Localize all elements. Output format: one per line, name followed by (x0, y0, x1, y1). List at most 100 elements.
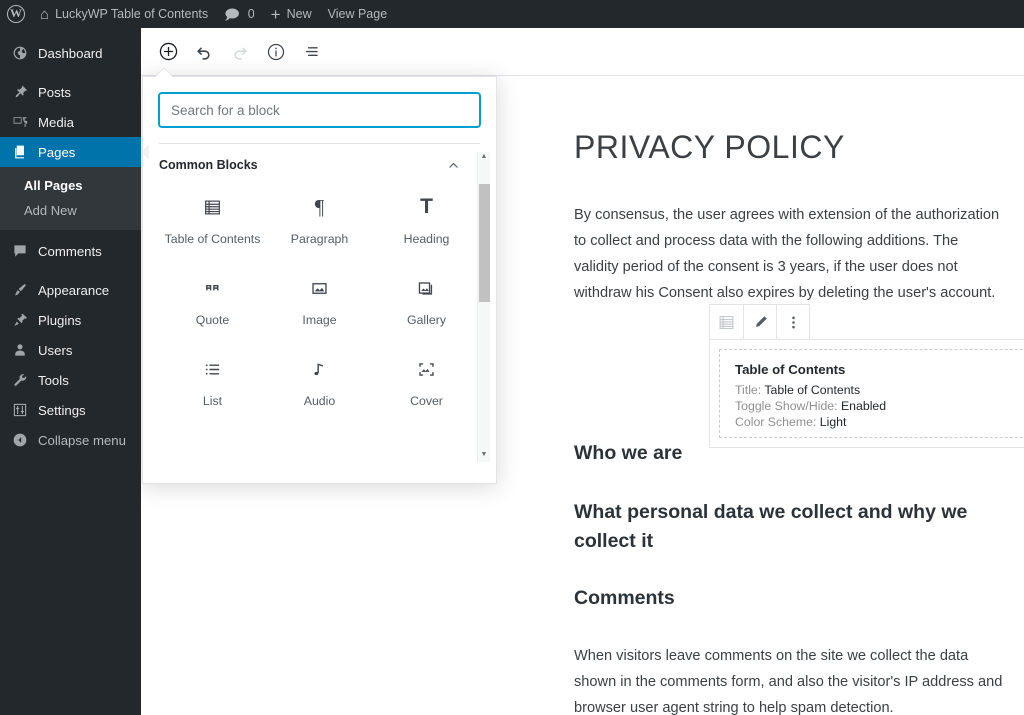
sidebar-label: Settings (38, 402, 86, 418)
settings-icon (9, 402, 31, 418)
sidebar-item-collapse-menu[interactable]: Collapse menu (0, 425, 141, 455)
toc-row-value: Enabled (840, 399, 887, 413)
block-item-table-of-contents[interactable]: Table of Contents (159, 180, 266, 257)
add-block-button[interactable] (151, 35, 185, 69)
sidebar-divider-2 (0, 266, 141, 275)
toc-row-color-scheme: Color Scheme: Light (735, 414, 1024, 430)
toc-row-label: Toggle Show/Hide: (735, 399, 838, 413)
toc-row-value: Table of Contents (764, 383, 861, 397)
block-item-list[interactable]: List (159, 342, 266, 419)
inserter-block-list: Common Blocks Table of Contents ¶ Paragr… (159, 143, 490, 483)
sidebar-item-pages[interactable]: Pages (0, 137, 149, 167)
home-icon: ⌂ (40, 5, 50, 23)
sidebar-item-posts[interactable]: Posts (0, 77, 141, 107)
pin-icon (9, 84, 31, 100)
site-name-menu[interactable]: ⌂ LuckyWP Table of Contents (32, 0, 216, 28)
sidebar-label: Media (38, 114, 74, 130)
admin-bar: W ⌂ LuckyWP Table of Contents 🗩 0 + New … (0, 0, 1024, 28)
content-info-button[interactable] (259, 35, 293, 69)
common-blocks-panel-header[interactable]: Common Blocks (159, 144, 480, 180)
block-item-label: Gallery (407, 313, 446, 327)
pencil-icon[interactable] (743, 305, 776, 339)
audio-note-icon (310, 356, 329, 382)
sidebar-item-comments[interactable]: Comments (0, 236, 141, 266)
heading-t-icon: T (420, 195, 433, 218)
collapse-icon (9, 432, 31, 448)
page-title[interactable]: Privacy Policy (574, 129, 1004, 166)
block-item-image[interactable]: Image (266, 261, 373, 338)
sidebar-top-spacer (0, 28, 141, 38)
list-icon (203, 356, 222, 382)
sidebar-label: Posts (38, 84, 71, 100)
table-of-contents-icon (203, 194, 222, 220)
undo-button[interactable] (187, 35, 221, 69)
view-page-label: View Page (327, 7, 388, 21)
sidebar-label: Pages (38, 144, 76, 160)
wordpress-logo-icon: W (7, 5, 25, 23)
redo-button[interactable] (223, 35, 257, 69)
toc-row-title: Title: Table of Contents (735, 382, 1024, 398)
wordpress-logo-menu[interactable]: W (0, 0, 32, 28)
block-item-heading[interactable]: T Heading (373, 180, 480, 257)
submenu-item-all-pages[interactable]: All Pages (0, 173, 141, 198)
block-item-label: Quote (195, 313, 230, 327)
block-item-label: Table of Contents (164, 232, 261, 246)
block-item-gallery[interactable]: Gallery (373, 261, 480, 338)
user-icon (9, 342, 31, 358)
toc-placeholder: Table of Contents Title: Table of Conten… (719, 349, 1024, 438)
toc-row-toggle: Toggle Show/Hide: Enabled (735, 398, 1024, 414)
editor-toolbar (141, 28, 1024, 76)
new-label: New (286, 7, 312, 21)
popover-caret (156, 68, 172, 77)
inserter-search-area (143, 77, 496, 143)
image-icon (310, 275, 329, 301)
inserter-scrollbar[interactable]: ▲ ▼ (477, 152, 490, 462)
toc-block-icon[interactable] (710, 305, 743, 339)
view-page-link[interactable]: View Page (320, 0, 396, 28)
media-icon (9, 114, 31, 130)
sidebar-item-dashboard[interactable]: Dashboard (0, 38, 141, 68)
block-toolbar (709, 304, 810, 340)
cover-icon (417, 356, 436, 382)
sidebar-label: Plugins (38, 312, 82, 328)
scroll-up-arrow-icon[interactable]: ▲ (481, 152, 488, 164)
heading-comments[interactable]: Comments (574, 584, 1004, 613)
table-of-contents-block[interactable]: Table of Contents Title: Table of Conten… (709, 339, 1024, 448)
block-item-cover[interactable]: Cover (373, 342, 480, 419)
block-item-audio[interactable]: Audio (266, 342, 373, 419)
sidebar-item-users[interactable]: Users (0, 335, 141, 365)
comments-paragraph-block[interactable]: When visitors leave comments on the site… (574, 643, 1004, 715)
sidebar-item-appearance[interactable]: Appearance (0, 275, 141, 305)
sidebar-item-tools[interactable]: Tools (0, 365, 141, 395)
block-navigation-button[interactable] (295, 35, 329, 69)
comments-menu[interactable]: 🗩 0 (216, 0, 263, 28)
sidebar-label: Comments (38, 243, 102, 259)
block-item-quote[interactable]: Quote (159, 261, 266, 338)
chevron-up-icon[interactable] (447, 159, 476, 172)
comments-count: 0 (247, 7, 255, 21)
block-item-label: Heading (403, 232, 450, 246)
search-input[interactable] (159, 93, 480, 127)
sidebar-item-plugins[interactable]: Plugins (0, 305, 141, 335)
brush-icon (9, 282, 31, 298)
plugin-icon (9, 312, 31, 328)
toc-row-label: Color Scheme: (735, 415, 817, 429)
block-editor: Privacy Policy By consensus, the user ag… (141, 28, 1024, 715)
sidebar-item-media[interactable]: Media (0, 107, 141, 137)
block-item-paragraph[interactable]: ¶ Paragraph (266, 180, 373, 257)
scrollbar-track[interactable] (478, 164, 491, 450)
intro-paragraph-block[interactable]: By consensus, the user agrees with exten… (574, 202, 1004, 306)
heading-what-personal-data[interactable]: What personal data we collect and why we… (574, 498, 1004, 556)
submenu-item-add-new[interactable]: Add New (0, 198, 141, 223)
sidebar-divider-1 (0, 68, 141, 77)
new-content-menu[interactable]: + New (263, 0, 320, 28)
block-item-label: Cover (410, 394, 443, 408)
pages-icon (9, 144, 31, 160)
toc-row-label: Title: (735, 383, 762, 397)
scroll-down-arrow-icon[interactable]: ▼ (481, 450, 488, 462)
scrollbar-thumb[interactable] (478, 184, 490, 302)
pages-submenu: All Pages Add New (0, 167, 141, 230)
sidebar-item-settings[interactable]: Settings (0, 395, 141, 425)
ellipsis-vertical-icon[interactable] (776, 305, 809, 339)
wrench-icon (9, 372, 31, 388)
